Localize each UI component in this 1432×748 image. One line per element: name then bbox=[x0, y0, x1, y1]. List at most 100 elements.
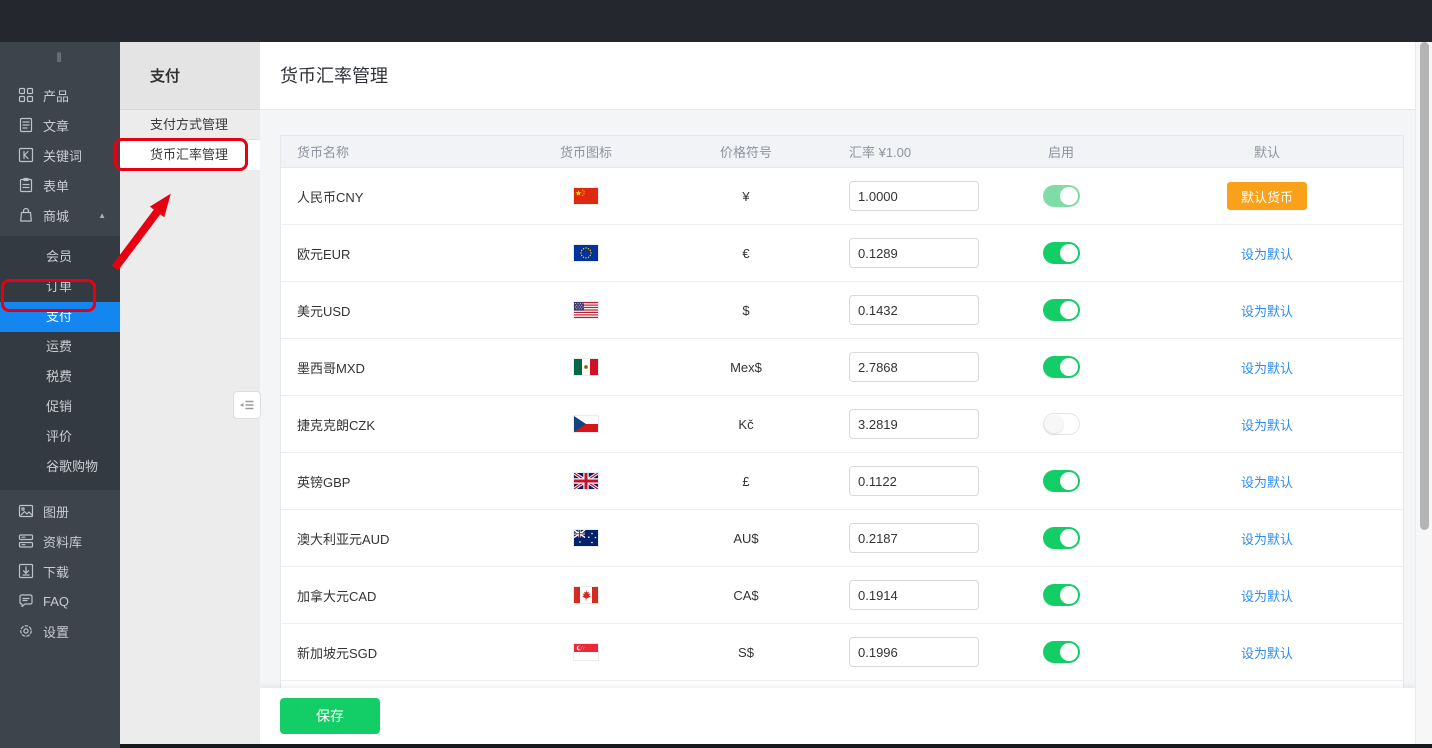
sidebar-item-label: 设置 bbox=[43, 622, 69, 641]
sidebar-item-keyword[interactable]: 关键词 bbox=[0, 140, 120, 170]
enable-toggle[interactable] bbox=[1043, 242, 1080, 264]
collapse-bars-icon: ‖ bbox=[56, 50, 63, 65]
sidebar-item-album[interactable]: 图册 bbox=[0, 496, 120, 526]
flag-mx-icon bbox=[574, 359, 598, 375]
set-default-link[interactable]: 设为默认 bbox=[1241, 415, 1293, 434]
submenu-item[interactable]: 订单 bbox=[0, 272, 120, 302]
set-default-link[interactable]: 设为默认 bbox=[1241, 643, 1293, 662]
currency-symbol: $ bbox=[651, 303, 841, 318]
app-window: 领动 demo ▼ ‖ 产品文章关键词表单商城▲ 会员订单支付运费税费促销评价谷… bbox=[0, 0, 1432, 748]
panel-item[interactable]: 支付方式管理 bbox=[120, 110, 260, 140]
flag-eu-icon bbox=[574, 245, 598, 261]
collapse-panel-icon bbox=[239, 397, 255, 413]
currency-symbol: ¥ bbox=[651, 189, 841, 204]
sidebar-item-label: 文章 bbox=[43, 116, 69, 135]
currency-symbol: CA$ bbox=[651, 588, 841, 603]
set-default-link[interactable]: 设为默认 bbox=[1241, 244, 1293, 263]
column-header: 汇率 ¥1.00 bbox=[841, 142, 991, 161]
sidebar-item-mall[interactable]: 商城▲ bbox=[0, 200, 120, 230]
flag-cn-icon bbox=[574, 188, 598, 204]
table-row: 加拿大元CAD CA$ 设为默认 bbox=[281, 567, 1403, 624]
default-currency-button[interactable]: 默认货币 bbox=[1227, 182, 1307, 210]
table-row: 墨西哥MXD Mex$ 设为默认 bbox=[281, 339, 1403, 396]
currency-symbol: € bbox=[651, 246, 841, 261]
library-icon bbox=[18, 533, 34, 549]
submenu-item[interactable]: 促销 bbox=[0, 392, 120, 422]
scrollbar-thumb[interactable] bbox=[1420, 42, 1429, 530]
rate-input[interactable] bbox=[849, 523, 979, 553]
currency-name: 英镑GBP bbox=[281, 472, 521, 491]
currency-name: 加拿大元CAD bbox=[281, 586, 521, 605]
submenu-item[interactable]: 税费 bbox=[0, 362, 120, 392]
rate-input[interactable] bbox=[849, 181, 979, 211]
currency-symbol: £ bbox=[651, 474, 841, 489]
enable-toggle[interactable] bbox=[1043, 413, 1080, 435]
currency-symbol: Mex$ bbox=[651, 360, 841, 375]
enable-toggle[interactable] bbox=[1043, 641, 1080, 663]
currency-symbol: S$ bbox=[651, 645, 841, 660]
column-header: 默认 bbox=[1131, 142, 1403, 161]
currency-name: 墨西哥MXD bbox=[281, 358, 521, 377]
sidebar-item-label: 商城 bbox=[43, 206, 69, 225]
column-header: 启用 bbox=[991, 142, 1131, 161]
flag-sg-icon bbox=[574, 644, 598, 660]
table-row: 美元USD $ 设为默认 bbox=[281, 282, 1403, 339]
set-default-link[interactable]: 设为默认 bbox=[1241, 301, 1293, 320]
panel-collapse-button[interactable] bbox=[233, 391, 261, 419]
table-row: 新加坡元SGD S$ 设为默认 bbox=[281, 624, 1403, 681]
submenu-item[interactable]: 会员 bbox=[0, 242, 120, 272]
enable-toggle[interactable] bbox=[1043, 584, 1080, 606]
submenu-item[interactable]: 支付 bbox=[0, 302, 120, 332]
currency-symbol: AU$ bbox=[651, 531, 841, 546]
topbar bbox=[0, 0, 1432, 42]
rate-input[interactable] bbox=[849, 295, 979, 325]
rate-input[interactable] bbox=[849, 352, 979, 382]
flag-us-icon bbox=[574, 302, 598, 318]
sidebar-item-label: 图册 bbox=[43, 502, 69, 521]
enable-toggle[interactable] bbox=[1043, 470, 1080, 492]
submenu-item[interactable]: 谷歌购物 bbox=[0, 452, 120, 482]
grid-icon bbox=[18, 87, 34, 103]
currency-name: 新加坡元SGD bbox=[281, 643, 521, 662]
currency-name: 人民币CNY bbox=[281, 187, 521, 206]
sidebar-item-library[interactable]: 资料库 bbox=[0, 526, 120, 556]
sidebar-item-grid[interactable]: 产品 bbox=[0, 80, 120, 110]
enable-toggle[interactable] bbox=[1043, 356, 1080, 378]
save-footer: 保存 bbox=[260, 688, 1415, 744]
save-button[interactable]: 保存 bbox=[280, 698, 380, 734]
rate-input[interactable] bbox=[849, 637, 979, 667]
submenu-item[interactable]: 评价 bbox=[0, 422, 120, 452]
form-icon bbox=[18, 177, 34, 193]
sidebar-item-label: 关键词 bbox=[43, 146, 82, 165]
column-header: 价格符号 bbox=[651, 142, 841, 161]
sidebar-item-download[interactable]: 下载 bbox=[0, 556, 120, 586]
enable-toggle[interactable] bbox=[1043, 185, 1080, 207]
rate-input[interactable] bbox=[849, 238, 979, 268]
currency-name: 美元USD bbox=[281, 301, 521, 320]
set-default-link[interactable]: 设为默认 bbox=[1241, 358, 1293, 377]
set-default-link[interactable]: 设为默认 bbox=[1241, 586, 1293, 605]
submenu-item[interactable]: 运费 bbox=[0, 332, 120, 362]
table-row: 欧元EUR € 设为默认 bbox=[281, 225, 1403, 282]
page-scrollbar[interactable] bbox=[1415, 42, 1432, 748]
sidebar-item-faq[interactable]: FAQ bbox=[0, 586, 120, 616]
sidebar-item-settings[interactable]: 设置 bbox=[0, 616, 120, 646]
enable-toggle[interactable] bbox=[1043, 299, 1080, 321]
panel-item[interactable]: 货币汇率管理 bbox=[120, 140, 260, 170]
enable-toggle[interactable] bbox=[1043, 527, 1080, 549]
keyword-icon bbox=[18, 147, 34, 163]
rate-input[interactable] bbox=[849, 466, 979, 496]
flag-au-icon bbox=[574, 530, 598, 546]
set-default-link[interactable]: 设为默认 bbox=[1241, 472, 1293, 491]
rate-input[interactable] bbox=[849, 409, 979, 439]
rate-input[interactable] bbox=[849, 580, 979, 610]
sidebar-collapse-button[interactable]: ‖ bbox=[0, 42, 120, 72]
set-default-link[interactable]: 设为默认 bbox=[1241, 529, 1293, 548]
currency-symbol: Kč bbox=[651, 417, 841, 432]
sidebar-item-label: 下载 bbox=[43, 562, 69, 581]
flag-ca-icon bbox=[574, 587, 598, 603]
sidebar-item-form[interactable]: 表单 bbox=[0, 170, 120, 200]
window-bottom-edge bbox=[120, 744, 1432, 748]
page-title: 货币汇率管理 bbox=[260, 42, 1415, 110]
sidebar-item-article[interactable]: 文章 bbox=[0, 110, 120, 140]
